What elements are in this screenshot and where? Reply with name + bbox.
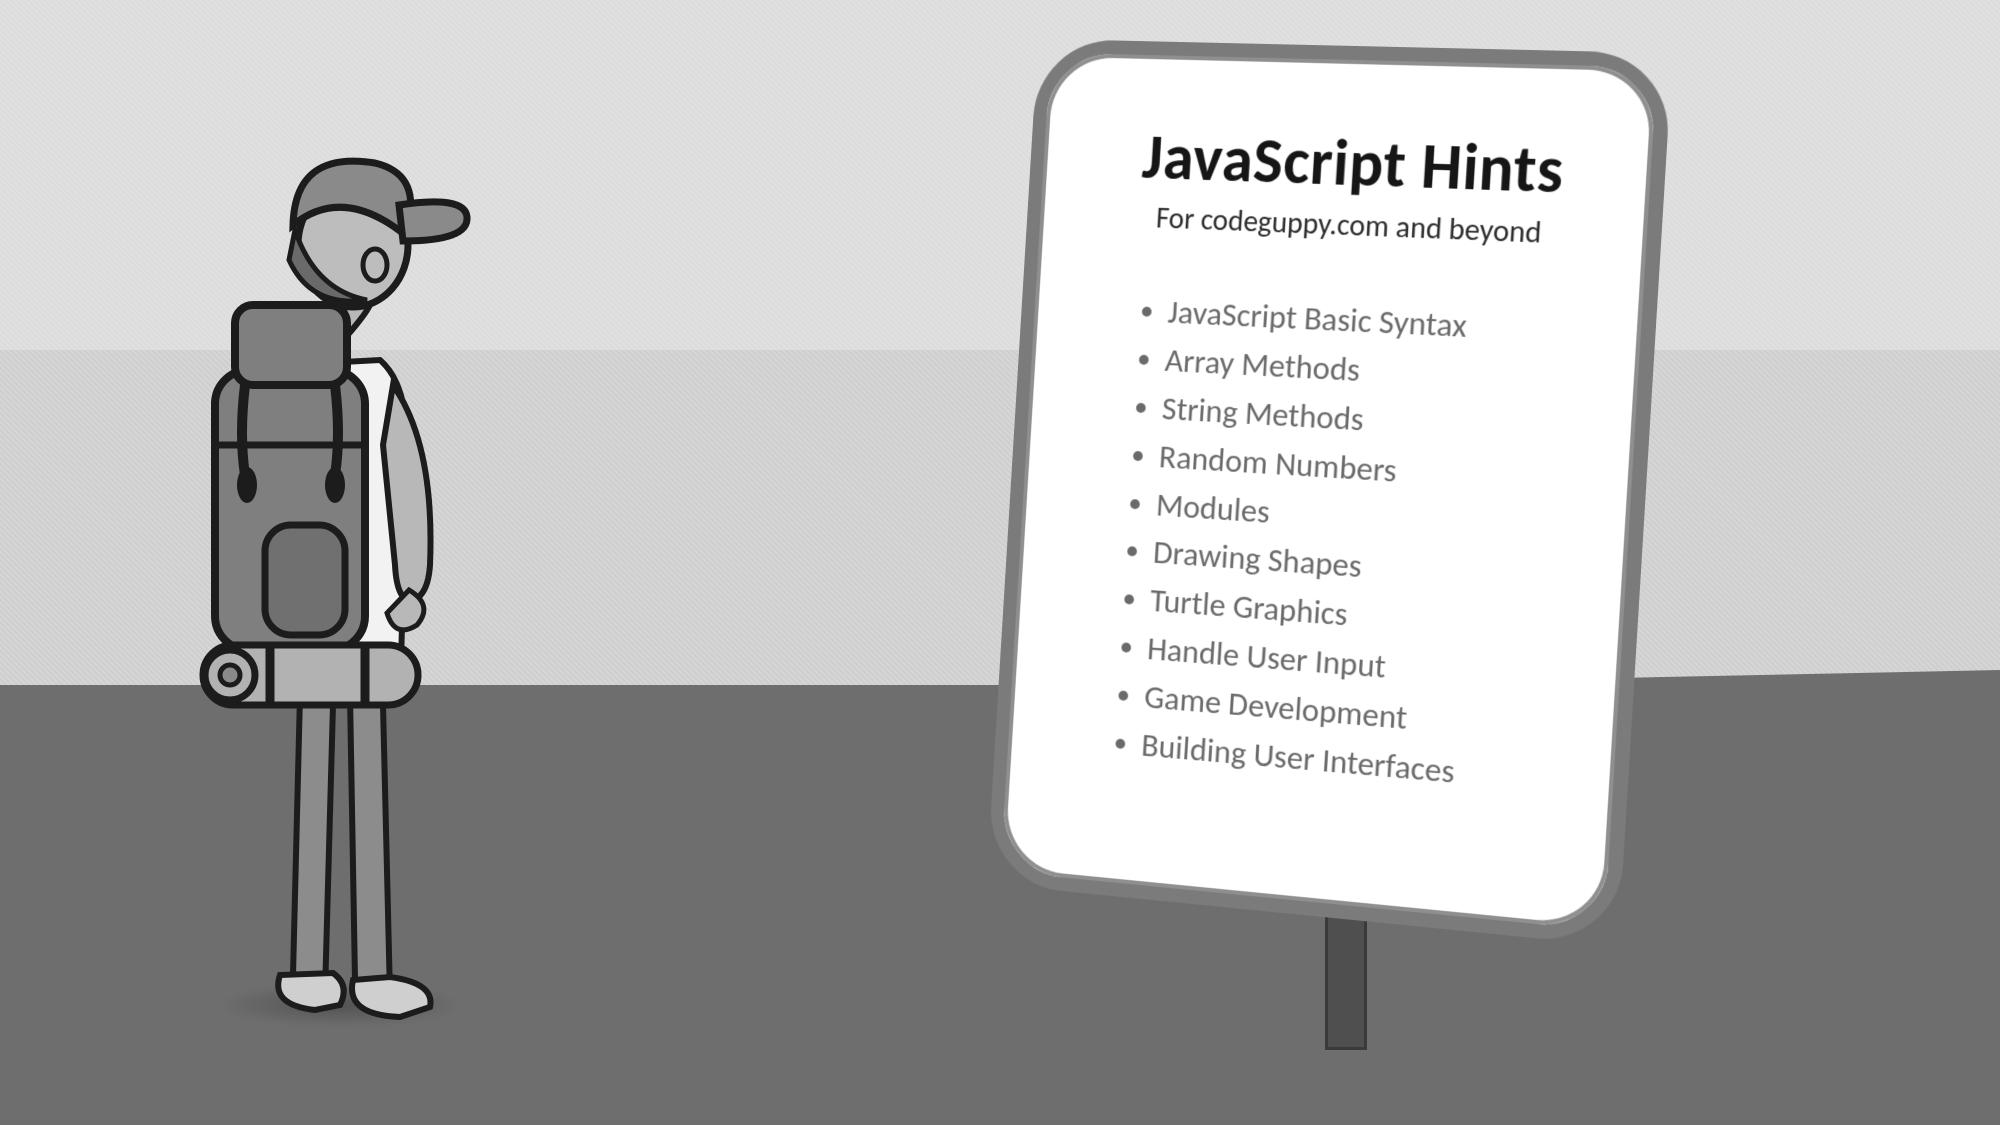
sign-board-wrap: JavaScript Hints For codeguppy.com and b… xyxy=(974,26,1666,933)
sign-title: JavaScript Hints xyxy=(1108,118,1601,212)
scene: JavaScript Hints For codeguppy.com and b… xyxy=(0,0,2000,1125)
hiker-illustration xyxy=(175,135,515,1045)
sign-board: JavaScript Hints For codeguppy.com and b… xyxy=(986,39,1672,947)
hiker-icon xyxy=(175,135,515,1045)
sign-topic-list: JavaScript Basic Syntax Array Methods St… xyxy=(1073,288,1590,803)
